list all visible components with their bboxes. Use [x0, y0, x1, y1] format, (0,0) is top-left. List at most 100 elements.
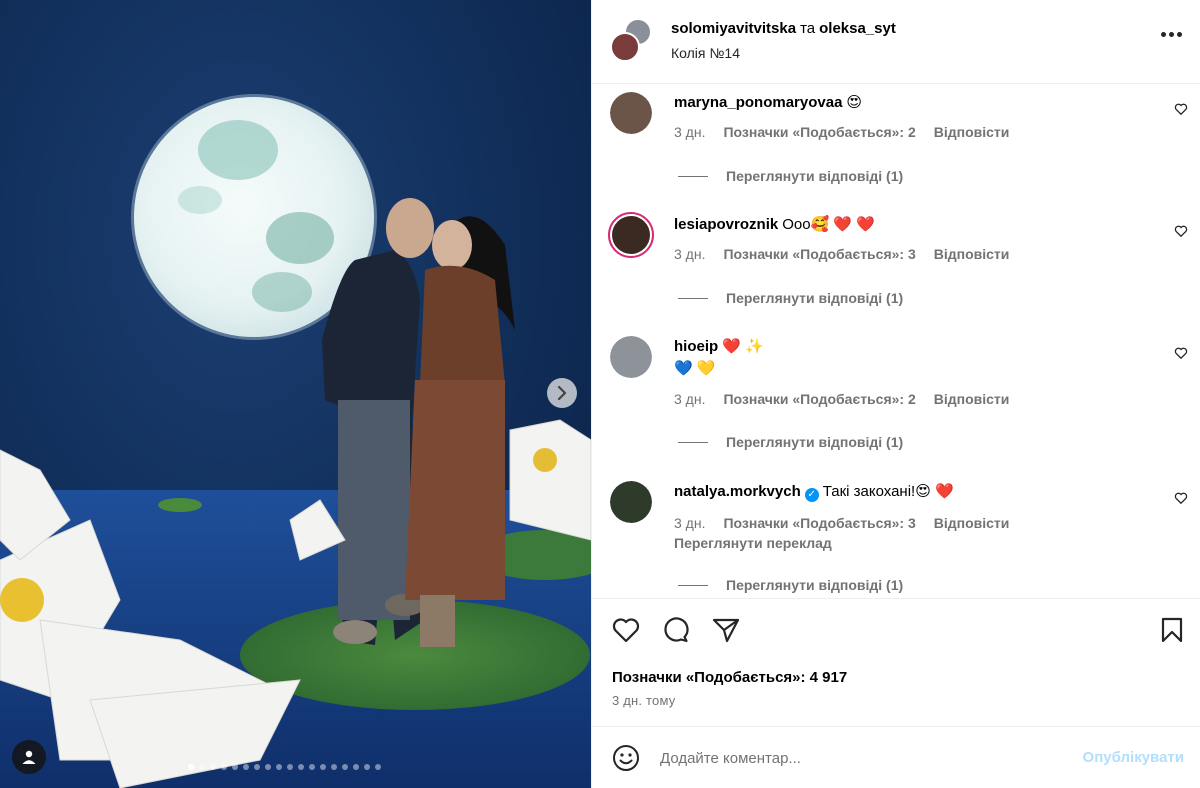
carousel-dot [287, 764, 293, 770]
divider [678, 584, 708, 586]
comment-content: Ооо🥰 ❤️ ❤️ [782, 216, 875, 233]
comment-likes[interactable]: Позначки «Подобається»: 3 [723, 246, 915, 262]
comment-content: Такі закохані!😍 ❤️ [822, 483, 954, 500]
next-photo-button[interactable] [547, 378, 577, 408]
more-dots-icon [1169, 32, 1174, 37]
comment-likes[interactable]: Позначки «Подобається»: 3 [723, 515, 915, 531]
view-replies-button[interactable]: Переглянути відповіді (1) [678, 434, 903, 450]
comments-list[interactable]: maryna_ponomaryovaa 😍 3 дн. Позначки «Под… [592, 84, 1200, 598]
post-date: 3 дн. тому [612, 693, 676, 708]
more-options-button[interactable] [1161, 32, 1182, 37]
carousel-dot [210, 764, 216, 770]
more-dots-icon [1161, 32, 1166, 37]
heart-icon[interactable] [612, 617, 640, 643]
avatar[interactable] [608, 212, 654, 258]
comment-username[interactable]: maryna_ponomaryovaa [674, 94, 842, 111]
post-details-panel: solomiyavitvitska та oleksa_syt Колія №14 … [591, 0, 1200, 788]
user-icon [22, 750, 36, 764]
carousel-dot [320, 764, 326, 770]
comment-meta: 3 дн. Позначки «Подобається»: 2 Відповіс… [674, 124, 1009, 140]
carousel-dot [243, 764, 249, 770]
comment-username[interactable]: hioeip [674, 338, 718, 355]
view-replies-button[interactable]: Переглянути відповіді (1) [678, 290, 903, 306]
comment-content: 😍 [846, 94, 863, 111]
comment-age: 3 дн. [674, 124, 706, 140]
post-owners: solomiyavitvitska та oleksa_syt [671, 20, 896, 37]
view-replies-label: Переглянути відповіді (1) [726, 290, 904, 306]
divider [678, 297, 708, 299]
share-icon[interactable] [712, 617, 740, 643]
view-replies-button[interactable]: Переглянути відповіді (1) [678, 168, 903, 184]
view-replies-label: Переглянути відповіді (1) [726, 577, 904, 593]
reply-button[interactable]: Відповісти [934, 246, 1010, 262]
post-actions: Позначки «Подобається»: 4 917 3 дн. тому [592, 598, 1200, 726]
view-replies-button[interactable]: Переглянути відповіді (1) [678, 577, 903, 593]
post-header: solomiyavitvitska та oleksa_syt Колія №14 [592, 0, 1200, 84]
chevron-right-icon [557, 386, 567, 400]
carousel-dot [232, 764, 238, 770]
comment-text: lesiapovroznik Ооо🥰 ❤️ ❤️ [674, 214, 1150, 236]
view-replies-label: Переглянути відповіді (1) [726, 168, 904, 184]
post-photo[interactable] [0, 0, 591, 788]
tagged-users-button[interactable] [12, 740, 46, 774]
comment-age: 3 дн. [674, 246, 706, 262]
carousel-dot [265, 764, 271, 770]
comment-age: 3 дн. [674, 391, 706, 407]
bookmark-icon[interactable] [1160, 617, 1184, 643]
likes-count[interactable]: Позначки «Подобається»: 4 917 [612, 669, 847, 686]
divider [678, 175, 708, 177]
carousel-dot [221, 764, 227, 770]
comment-content: ❤️ ✨ [722, 338, 764, 355]
carousel-dot [353, 764, 359, 770]
photo-scene [0, 0, 591, 788]
like-comment-heart-icon[interactable] [1174, 346, 1188, 360]
view-replies-label: Переглянути відповіді (1) [726, 434, 904, 450]
emoji-icon[interactable] [612, 744, 640, 772]
more-dots-icon [1177, 32, 1182, 37]
carousel-dot [375, 764, 381, 770]
avatar[interactable] [610, 481, 652, 523]
publish-button[interactable]: Опублікувати [1083, 749, 1184, 766]
like-comment-heart-icon[interactable] [1174, 102, 1188, 116]
reply-button[interactable]: Відповісти [934, 124, 1010, 140]
reply-button[interactable]: Відповісти [934, 515, 1010, 531]
comment-age: 3 дн. [674, 515, 706, 531]
reply-button[interactable]: Відповісти [934, 391, 1010, 407]
comment-input[interactable] [660, 745, 1060, 771]
comment-likes[interactable]: Позначки «Подобається»: 2 [723, 124, 915, 140]
carousel-indicator [188, 764, 381, 770]
comment-text: natalya.morkvych ✓ Такі закохані!😍 ❤️ [674, 481, 1150, 503]
see-translation-button[interactable]: Переглянути переклад [674, 535, 832, 551]
owner-username-link[interactable]: oleksa_syt [819, 20, 896, 37]
avatar[interactable] [610, 336, 652, 378]
carousel-dot [342, 764, 348, 770]
comment-text: hioeip ❤️ ✨ 💙 💛 [674, 336, 1150, 380]
audio-link[interactable]: Колія №14 [671, 45, 740, 61]
carousel-dot [254, 764, 260, 770]
like-comment-heart-icon[interactable] [1174, 224, 1188, 238]
carousel-dot [298, 764, 304, 770]
comment-meta: 3 дн. Позначки «Подобається»: 3 Відповіс… [674, 515, 1009, 531]
owner-username-link[interactable]: solomiyavitvitska [671, 20, 796, 37]
action-buttons [612, 617, 740, 643]
carousel-dot [188, 764, 194, 770]
comment-username[interactable]: lesiapovroznik [674, 216, 778, 233]
carousel-dot [309, 764, 315, 770]
avatar [610, 32, 640, 62]
add-comment-bar: Опублікувати [592, 726, 1200, 788]
comment-username[interactable]: natalya.morkvych [674, 483, 801, 500]
carousel-dot [364, 764, 370, 770]
comment-meta: 3 дн. Позначки «Подобається»: 3 Відповіс… [674, 246, 1009, 262]
divider [678, 441, 708, 443]
owners-connector: та [800, 20, 816, 37]
verified-badge-icon: ✓ [804, 488, 819, 502]
avatar[interactable] [610, 92, 652, 134]
carousel-dot [331, 764, 337, 770]
collab-avatars[interactable] [610, 18, 652, 62]
carousel-dot [276, 764, 282, 770]
comment-icon[interactable] [662, 617, 690, 643]
comment-content-line2: 💙 💛 [674, 360, 716, 377]
comment-likes[interactable]: Позначки «Подобається»: 2 [723, 391, 915, 407]
carousel-dot [199, 764, 205, 770]
like-comment-heart-icon[interactable] [1174, 491, 1188, 505]
